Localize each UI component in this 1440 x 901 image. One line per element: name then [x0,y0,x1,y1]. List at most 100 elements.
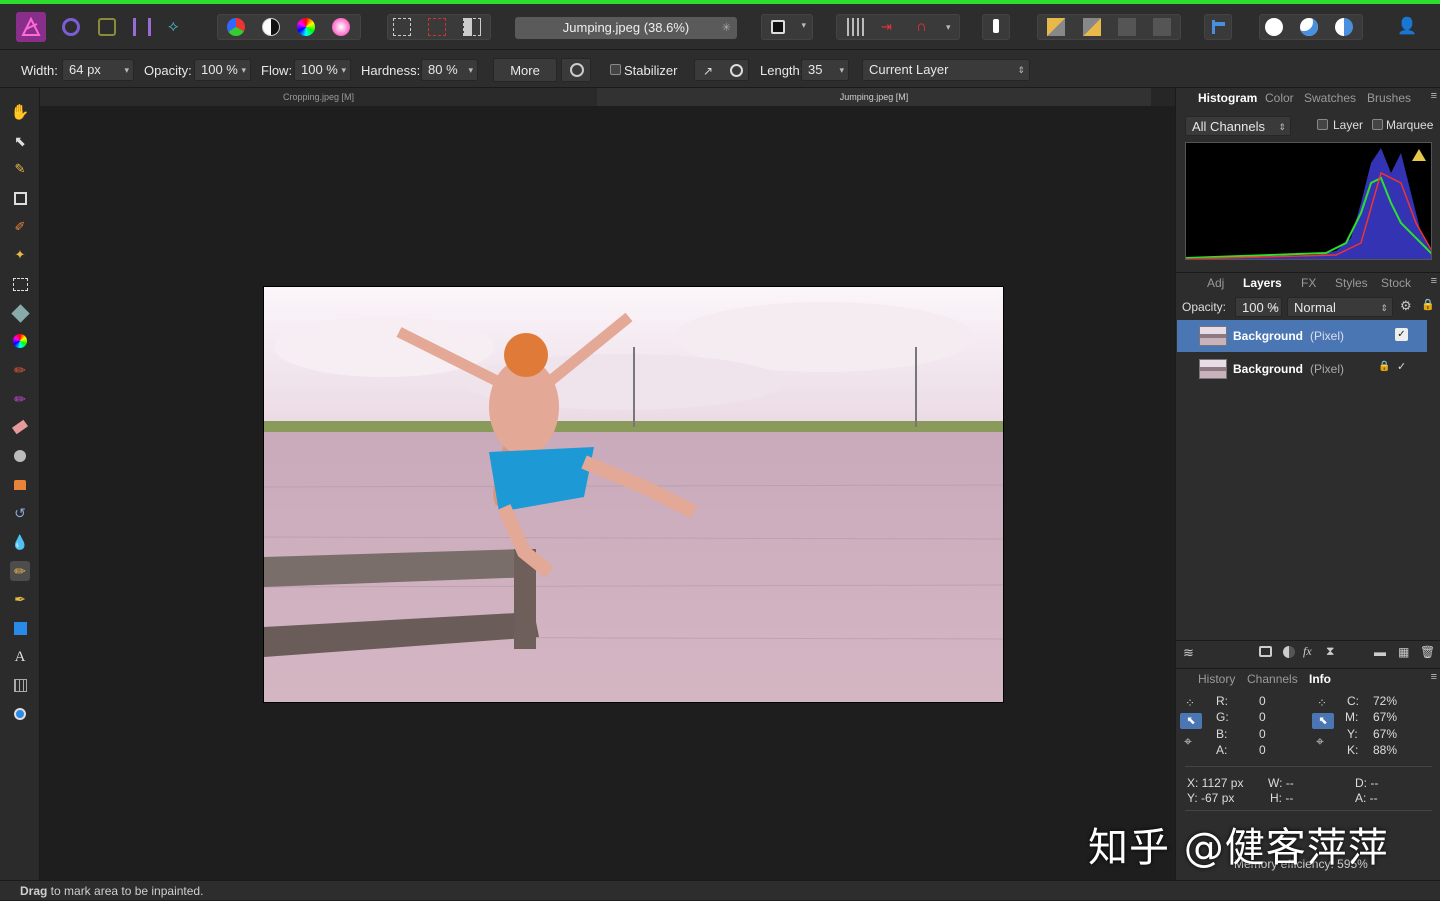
layer-row[interactable]: Background (Pixel) 🔒 ✓ [1177,353,1427,385]
snapping-dropdown-arrow[interactable]: ▾ [946,22,951,33]
layer-opacity-field[interactable]: 100 % ▾ [1235,297,1282,317]
more-button[interactable]: More [493,58,557,82]
rectangle-tool-icon[interactable] [10,618,30,638]
tab-color[interactable]: Color [1265,91,1294,105]
visibility-checkbox[interactable]: ✓ [1395,328,1408,341]
tab-history[interactable]: History [1198,672,1235,686]
erase-brush-icon[interactable] [10,417,30,437]
document-title[interactable]: Jumping.jpeg (38.6%) ✳ [515,17,737,39]
move-forward-one-icon[interactable] [1118,18,1136,36]
move-to-front-icon[interactable] [1153,18,1171,36]
pointer-icon[interactable]: ⬉ [1180,713,1202,729]
adjustment-icon[interactable] [1283,646,1295,658]
persona-liquify-icon[interactable] [98,18,116,36]
marquee-checkbox[interactable] [1372,119,1383,130]
select-all-icon[interactable] [393,18,411,36]
length-field[interactable]: 35 ▾ [801,59,849,81]
tab-cropping[interactable]: Cropping.jpeg [M] [40,88,597,106]
auto-levels-icon[interactable] [227,18,245,36]
tab-layers[interactable]: Layers [1243,276,1282,290]
zoom-tool-icon[interactable] [10,704,30,724]
persona-photo-icon[interactable] [62,18,80,36]
tab-channels[interactable]: Channels [1247,672,1298,686]
opacity-field[interactable]: 100 % ▾ [194,59,251,81]
persona-export-icon[interactable]: ⟡ [168,18,186,36]
color-replacement-icon[interactable]: ✏ [10,389,30,409]
layer-settings-icon[interactable]: ⚙ [1400,298,1412,314]
flood-select-icon[interactable]: ✦ [10,245,30,265]
target-icon-2[interactable]: ⌖ [1316,733,1324,750]
subtract-icon[interactable] [1300,18,1318,36]
snapping-magnet-icon[interactable]: ∩ [916,18,934,36]
document-image[interactable] [263,286,1004,703]
inpainting-brush-icon[interactable]: ✏ [10,561,30,581]
clone-tool-icon[interactable] [10,475,30,495]
stabilizer-checkbox[interactable] [610,64,621,75]
auto-colors-icon[interactable] [297,18,315,36]
auto-white-balance-icon[interactable] [332,18,350,36]
tab-stock[interactable]: Stock [1381,276,1411,290]
marquee-tool-icon[interactable] [10,274,30,294]
window-mode-icon[interactable] [730,64,743,77]
blur-brush-icon[interactable]: 💧 [10,532,30,552]
layer-lock-icon[interactable]: 🔒 [1378,361,1390,372]
lock-icon[interactable]: 🔒 [1421,298,1435,311]
alignment-icon[interactable]: ⇥ [881,18,899,36]
layer-checkbox[interactable] [1317,119,1328,130]
deselect-icon[interactable] [428,18,446,36]
flow-field[interactable]: 100 % ▾ [294,59,351,81]
gradient-tool-icon[interactable] [10,331,30,351]
assistant-group[interactable] [982,14,1010,40]
trash-icon[interactable]: 🗑 [1420,645,1435,659]
crop-tool-icon[interactable] [10,188,30,208]
rope-mode-icon[interactable]: ↗︎ [703,61,713,81]
live-filter-icon[interactable]: ⧗ [1326,644,1334,659]
panel-menu-icon[interactable]: ≡ [1431,90,1437,102]
flood-fill-icon[interactable] [10,303,30,323]
target-icon[interactable]: ⌖ [1184,733,1192,750]
source-select[interactable]: Current Layer ⇕ [862,59,1030,81]
layers-stack-icon[interactable]: ≋ [1183,645,1194,661]
folder-icon[interactable]: ▬ [1374,645,1386,659]
intersect-icon[interactable] [1335,18,1353,36]
color-picker-icon[interactable]: ✎ [10,159,30,179]
channels-select[interactable]: All Channels ⇕ [1185,116,1291,136]
pen-tool-icon[interactable]: ✒ [10,589,30,609]
account-icon[interactable]: 👤 [1397,18,1417,36]
layer-row[interactable]: Background (Pixel) ✓ [1177,320,1427,352]
blend-mode-select[interactable]: Normal ⇕ [1287,297,1393,317]
app-logo[interactable] [16,12,46,42]
visibility-checkbox[interactable]: ✓ [1397,360,1406,373]
dodge-tool-icon[interactable] [10,446,30,466]
move-to-back-icon[interactable] [1047,18,1065,36]
undo-brush-icon[interactable]: ↺ [10,503,30,523]
tab-styles[interactable]: Styles [1335,276,1368,290]
invert-selection-icon[interactable] [463,18,481,36]
tab-histogram[interactable]: Histogram [1198,91,1257,105]
tab-brushes[interactable]: Brushes [1367,91,1411,105]
tab-adj[interactable]: Adj [1207,276,1224,290]
info-menu-icon[interactable]: ≡ [1431,671,1437,683]
tab-jumping[interactable]: Jumping.jpeg [M] [597,88,1151,106]
color-mode-icon[interactable]: ⁘ [1185,696,1195,710]
pressure-button[interactable] [561,58,591,82]
auto-contrast-icon[interactable] [262,18,280,36]
mesh-warp-icon[interactable] [10,675,30,695]
pointer-icon-2[interactable]: ⬉ [1312,713,1334,729]
paint-brush-icon[interactable]: ✏ [10,360,30,380]
add-icon[interactable] [1265,18,1283,36]
move-back-one-icon[interactable] [1083,18,1101,36]
color-mode-icon-2[interactable]: ⁘ [1317,696,1327,710]
view-tool-icon[interactable]: ✋ [10,102,30,122]
align-group[interactable] [1204,14,1232,40]
tab-fx[interactable]: FX [1301,276,1316,290]
selection-brush-icon[interactable]: ✐ [10,217,30,237]
text-tool-icon[interactable]: A [10,647,30,667]
grid-icon[interactable] [847,18,865,36]
fx-icon[interactable]: fx [1303,644,1312,659]
tab-info[interactable]: Info [1309,672,1331,686]
width-field[interactable]: 64 px ▾ [62,59,134,81]
tab-swatches[interactable]: Swatches [1304,91,1356,105]
add-pixel-layer-icon[interactable]: ▦ [1398,645,1409,659]
mask-icon[interactable] [1259,646,1272,657]
